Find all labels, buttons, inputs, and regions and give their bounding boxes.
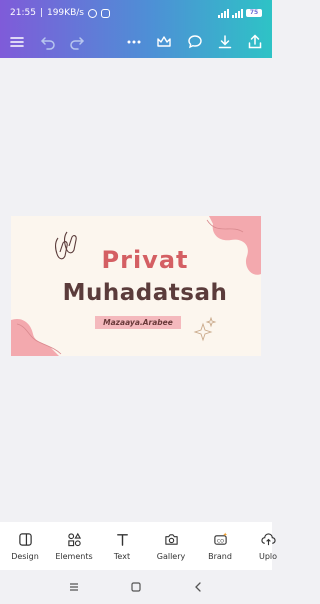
design-tagline[interactable]: Mazaaya.Arabee <box>95 316 181 329</box>
elements-icon <box>48 530 100 548</box>
status-divider: | <box>39 8 43 18</box>
editor-toolbar <box>0 26 272 58</box>
battery-icon: 75 <box>246 9 262 17</box>
home-icon[interactable] <box>129 580 143 594</box>
share-icon[interactable] <box>245 32 265 52</box>
tool-elements-label: Elements <box>55 552 93 561</box>
status-right: 75 <box>218 8 262 18</box>
back-icon[interactable] <box>191 580 205 594</box>
redo-icon[interactable] <box>67 32 87 52</box>
status-network-speed: 199KB/s <box>46 8 84 18</box>
design-title-line1[interactable]: Privat <box>11 246 261 274</box>
tool-upload-label: Uplo <box>258 552 278 561</box>
sparkle-icon <box>193 316 217 342</box>
comment-icon[interactable] <box>185 32 205 52</box>
design-title-line2[interactable]: Muhadatsah <box>11 280 261 306</box>
status-time: 21:55 <box>10 8 36 18</box>
tool-upload-button[interactable]: Uplo <box>242 530 294 561</box>
text-icon <box>96 530 148 548</box>
tool-brand-label: Brand <box>208 552 232 561</box>
bottom-toolbar: Design Elements Text Gallery CO Brand Up… <box>0 522 277 570</box>
brand-icon: CO <box>194 530 246 548</box>
tool-text-button[interactable]: Text <box>96 530 148 561</box>
svg-text:CO: CO <box>217 538 224 544</box>
system-nav-bar <box>0 570 272 604</box>
crown-icon[interactable] <box>154 32 174 52</box>
download-icon[interactable] <box>215 32 235 52</box>
tool-gallery-label: Gallery <box>156 552 186 561</box>
more-icon[interactable] <box>124 32 144 52</box>
tool-design-button[interactable]: Design <box>0 530 51 561</box>
tool-design-label: Design <box>11 552 39 561</box>
undo-icon[interactable] <box>38 32 58 52</box>
recent-apps-icon[interactable] <box>67 580 81 594</box>
design-icon <box>0 530 51 548</box>
menu-icon[interactable] <box>7 32 27 52</box>
instagram-icon <box>100 8 110 18</box>
tool-brand-button[interactable]: CO Brand <box>194 530 246 561</box>
camera-icon <box>145 530 197 548</box>
status-left: 21:55 | 199KB/s <box>10 8 110 18</box>
upload-icon <box>242 530 294 548</box>
signal-icon-2 <box>232 8 243 18</box>
tool-text-label: Text <box>113 552 131 561</box>
design-page[interactable]: Privat Muhadatsah Mazaaya.Arabee <box>11 216 261 356</box>
tool-gallery-button[interactable]: Gallery <box>145 530 197 561</box>
alarm-icon <box>87 8 97 18</box>
signal-icon <box>218 8 229 18</box>
status-bar: 21:55 | 199KB/s 75 <box>0 0 272 26</box>
tool-elements-button[interactable]: Elements <box>48 530 100 561</box>
